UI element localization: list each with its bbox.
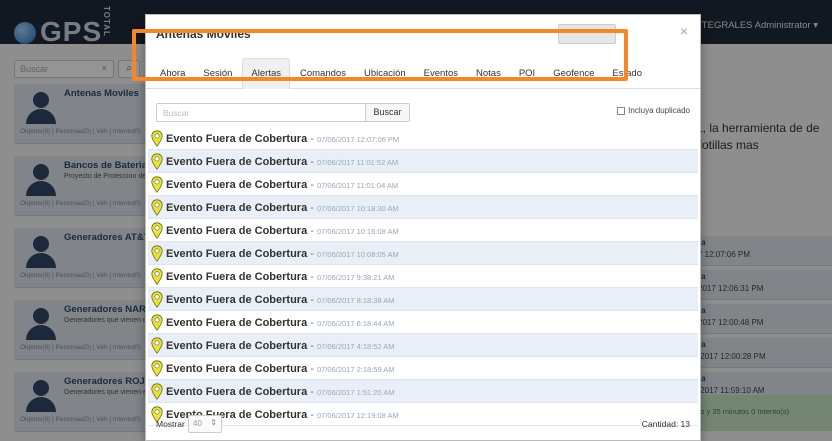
alert-date: 07/06/2017 8:18:38 AM xyxy=(316,296,395,305)
map-pin-icon xyxy=(151,360,163,377)
tab-comandos[interactable]: Comandos xyxy=(292,59,354,88)
alert-name: Evento Fuera de Cobertura xyxy=(166,294,308,306)
alert-row[interactable]: Evento Fuera de Cobertura - 07/06/2017 1… xyxy=(148,150,698,173)
alert-date: 07/06/2017 2:18:59 AM xyxy=(316,365,395,374)
map-pin-icon xyxy=(151,153,163,170)
alerts-search-input[interactable] xyxy=(156,103,366,122)
alerts-list: Evento Fuera de Cobertura - 07/06/2017 1… xyxy=(148,127,698,426)
alert-row[interactable]: Evento Fuera de Cobertura - 07/06/2017 1… xyxy=(148,196,698,219)
separator: - xyxy=(307,386,317,398)
map-pin-icon xyxy=(151,130,163,147)
alert-name: Evento Fuera de Cobertura xyxy=(166,225,308,237)
alert-row[interactable]: Evento Fuera de Cobertura - 07/06/2017 2… xyxy=(148,357,698,380)
alert-date: 07/06/2017 10:16:08 AM xyxy=(316,227,399,236)
modal-tabs: Ahora Sesión Alertas Comandos Ubicación Event… xyxy=(146,55,700,89)
separator: - xyxy=(307,317,317,329)
alert-date: 07/06/2017 6:18:44 AM xyxy=(316,319,395,328)
alert-row[interactable]: Evento Fuera de Cobertura - 07/06/2017 1… xyxy=(148,242,698,265)
tab-ahora[interactable]: Ahora xyxy=(152,59,193,88)
alert-name: Evento Fuera de Cobertura xyxy=(166,386,308,398)
map-pin-icon xyxy=(151,268,163,285)
separator: - xyxy=(307,202,317,214)
alert-date: 07/06/2017 4:18:52 AM xyxy=(316,342,395,351)
alert-name: Evento Fuera de Cobertura xyxy=(166,248,308,260)
map-pin-icon xyxy=(151,176,163,193)
map-pin-icon xyxy=(151,199,163,216)
alert-row[interactable]: Evento Fuera de Cobertura - 07/06/2017 8… xyxy=(148,288,698,311)
tab-eventos[interactable]: Eventos xyxy=(416,59,466,88)
alert-row[interactable]: Evento Fuera de Cobertura - 07/06/2017 6… xyxy=(148,311,698,334)
tab-alertas[interactable]: Alertas xyxy=(242,58,290,89)
tab-geofence[interactable]: Geofence xyxy=(545,59,602,88)
alert-row[interactable]: Evento Fuera de Cobertura - 07/06/2017 1… xyxy=(148,127,698,150)
alert-name: Evento Fuera de Cobertura xyxy=(166,363,308,375)
separator: - xyxy=(307,179,317,191)
separator: - xyxy=(307,133,317,145)
alert-row[interactable]: Evento Fuera de Cobertura - 07/06/2017 1… xyxy=(148,173,698,196)
modal-footer: Mostrar 40 ⇕ Cantidad: 13 xyxy=(146,413,700,441)
separator: - xyxy=(307,225,317,237)
tab-poi[interactable]: POI xyxy=(511,59,543,88)
alert-row[interactable]: Evento Fuera de Cobertura - 07/06/2017 9… xyxy=(148,265,698,288)
alert-name: Evento Fuera de Cobertura xyxy=(166,271,308,283)
page-size-select[interactable]: 40 ⇕ xyxy=(188,415,222,433)
alert-name: Evento Fuera de Cobertura xyxy=(166,133,308,145)
map-pin-icon xyxy=(151,383,163,400)
separator: - xyxy=(307,294,317,306)
alert-row[interactable]: Evento Fuera de Cobertura - 07/06/2017 1… xyxy=(148,380,698,403)
alert-date: 07/06/2017 12:07:06 PM xyxy=(316,135,400,144)
updown-icon: ⇕ xyxy=(210,418,217,427)
checkbox-icon[interactable] xyxy=(617,106,626,115)
map-pin-icon xyxy=(151,222,163,239)
alert-date: 07/06/2017 1:51:20 AM xyxy=(316,388,395,397)
include-duplicates-checkbox[interactable]: Incluya duplicado xyxy=(617,106,690,115)
alert-date: 07/06/2017 11:01:04 AM xyxy=(316,181,399,190)
separator: - xyxy=(307,340,317,352)
close-icon[interactable]: × xyxy=(680,23,688,39)
modal-title: Antenas Moviles xyxy=(156,27,251,41)
alert-name: Evento Fuera de Cobertura xyxy=(166,179,308,191)
alert-date: 07/06/2017 10:18:30 AM xyxy=(316,204,399,213)
alert-name: Evento Fuera de Cobertura xyxy=(166,156,308,168)
separator: - xyxy=(307,156,317,168)
alerts-modal: Antenas Moviles × Ahora Sesión Alertas Coma… xyxy=(145,14,701,441)
tab-estado[interactable]: Estado xyxy=(604,59,650,88)
tab-ubicaci-n[interactable]: Ubicación xyxy=(356,59,414,88)
alerts-search-button[interactable]: Buscar xyxy=(366,103,410,122)
tab-notas[interactable]: Notas xyxy=(468,59,509,88)
map-pin-icon xyxy=(151,245,163,262)
alert-date: 07/06/2017 10:08:05 AM xyxy=(316,250,399,259)
alert-row[interactable]: Evento Fuera de Cobertura - 07/06/2017 1… xyxy=(148,219,698,242)
alert-name: Evento Fuera de Cobertura xyxy=(166,202,308,214)
map-pin-icon xyxy=(151,337,163,354)
alert-date: 07/06/2017 9:38:21 AM xyxy=(316,273,395,282)
alert-name: Evento Fuera de Cobertura xyxy=(166,340,308,352)
result-count: Cantidad: 13 xyxy=(641,419,690,429)
separator: - xyxy=(307,271,317,283)
separator: - xyxy=(307,248,317,260)
modal-header-button[interactable] xyxy=(558,24,616,44)
alert-row[interactable]: Evento Fuera de Cobertura - 07/06/2017 4… xyxy=(148,334,698,357)
map-pin-icon xyxy=(151,291,163,308)
separator: - xyxy=(307,363,317,375)
tab-sesi-n[interactable]: Sesión xyxy=(195,59,240,88)
alert-name: Evento Fuera de Cobertura xyxy=(166,317,308,329)
alert-date: 07/06/2017 11:01:52 AM xyxy=(316,158,399,167)
show-label: Mostrar xyxy=(156,419,185,429)
map-pin-icon xyxy=(151,314,163,331)
